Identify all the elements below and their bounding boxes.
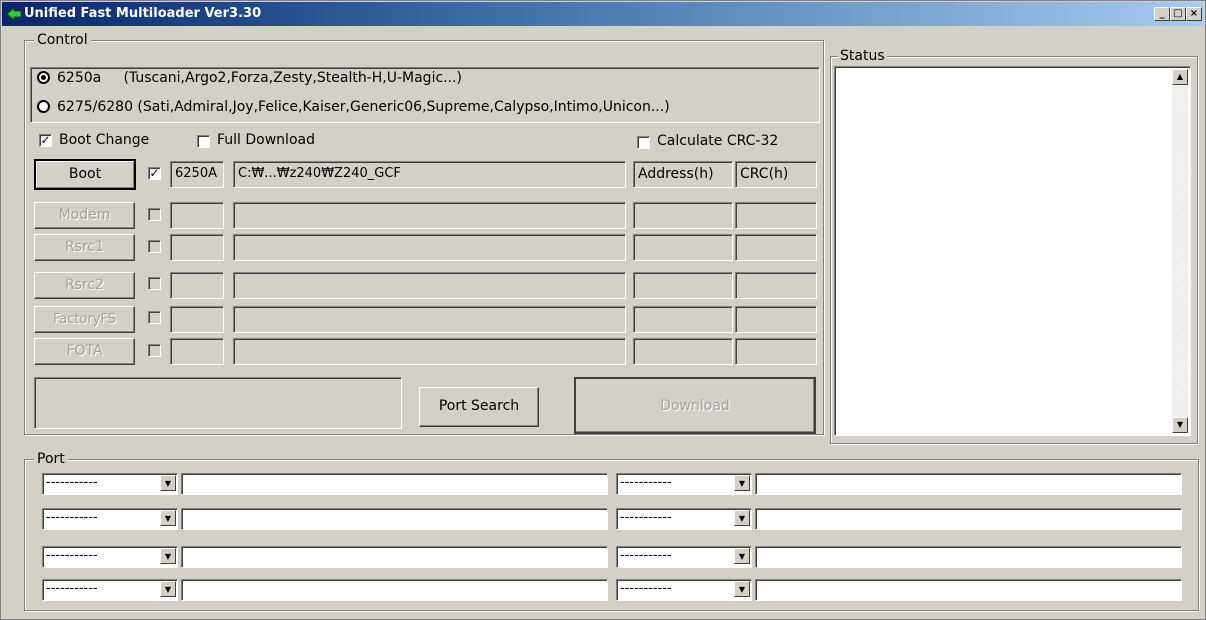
port-search-button[interactable]: Port Search: [419, 387, 539, 427]
modem-button[interactable]: Modem: [34, 202, 135, 229]
chevron-down-icon[interactable]: ▼: [160, 510, 176, 526]
crc-header: CRC(h): [735, 161, 817, 188]
rsrc2-path-field[interactable]: [233, 272, 626, 299]
rsrc2-enable-checkbox[interactable]: [148, 277, 161, 290]
boot-enable-checkbox[interactable]: ✓: [148, 167, 161, 180]
factoryfs-path-field[interactable]: [233, 306, 626, 333]
rsrc1-chip-field: [170, 234, 224, 261]
full-download-label[interactable]: Full Download: [217, 132, 315, 148]
radio-6275-6280-label[interactable]: 6275/6280 (Sati,Admiral,Joy,Felice,Kaise…: [57, 99, 670, 115]
rsrc2-crc-field: [735, 272, 817, 299]
chevron-down-icon[interactable]: ▼: [734, 548, 750, 564]
port-4-field[interactable]: [181, 579, 608, 601]
chevron-down-icon[interactable]: ▼: [160, 581, 176, 597]
calculate-crc-label[interactable]: Calculate CRC-32: [657, 133, 778, 149]
port-legend: Port: [34, 452, 68, 466]
factoryfs-chip-field: [170, 306, 224, 333]
port-8-field[interactable]: [755, 579, 1182, 601]
status-text: [837, 69, 1167, 429]
window-title: Unified Fast Multiloader Ver3.30: [24, 6, 262, 21]
port-7-combo[interactable]: ----------- ▼: [616, 546, 752, 568]
chevron-down-icon[interactable]: ▼: [734, 581, 750, 597]
rsrc1-enable-checkbox[interactable]: [148, 240, 161, 253]
full-download-checkbox[interactable]: [197, 135, 210, 148]
radio-6275-6280[interactable]: [37, 100, 50, 113]
title-bar[interactable]: Unified Fast Multiloader Ver3.30 _ □ ×: [2, 2, 1203, 26]
boot-button[interactable]: Boot: [34, 159, 136, 190]
port-7-field[interactable]: [755, 546, 1182, 568]
factoryfs-enable-checkbox[interactable]: [148, 311, 161, 324]
modem-chip-field: [170, 202, 224, 229]
rsrc1-path-field[interactable]: [233, 234, 626, 261]
rsrc1-address-field: [633, 234, 733, 261]
chevron-down-icon[interactable]: ▼: [160, 548, 176, 564]
chevron-down-icon[interactable]: ▼: [734, 510, 750, 526]
maximize-button[interactable]: □: [1170, 7, 1186, 21]
port-8-combo-value: -----------: [620, 581, 672, 596]
rsrc1-crc-field: [735, 234, 817, 261]
port-2-combo[interactable]: ----------- ▼: [42, 508, 178, 530]
fota-address-field: [633, 338, 733, 365]
factoryfs-address-field: [633, 306, 733, 333]
calculate-crc-checkbox[interactable]: [637, 136, 650, 149]
chevron-down-icon[interactable]: ▼: [160, 475, 176, 491]
port-1-combo-value: -----------: [46, 475, 98, 490]
address-header: Address(h): [633, 161, 733, 188]
scroll-down-icon[interactable]: ▼: [1172, 417, 1188, 433]
factoryfs-button[interactable]: FactoryFS: [34, 306, 135, 333]
status-log[interactable]: ▲ ▼: [834, 66, 1191, 436]
port-3-combo-value: -----------: [46, 548, 98, 563]
port-5-combo-value: -----------: [620, 475, 672, 490]
modem-crc-field: [735, 202, 817, 229]
port-6-field[interactable]: [755, 508, 1182, 530]
rsrc2-button[interactable]: Rsrc2: [34, 272, 135, 299]
boot-change-label[interactable]: Boot Change: [59, 132, 149, 148]
fota-chip-field: [170, 338, 224, 365]
port-2-combo-value: -----------: [46, 510, 98, 525]
fota-button[interactable]: FOTA: [34, 338, 135, 365]
status-legend: Status: [838, 48, 887, 64]
boot-change-checkbox[interactable]: ✓: [39, 134, 52, 147]
app-arrow-icon: [6, 7, 22, 21]
port-5-combo[interactable]: ----------- ▼: [616, 473, 752, 495]
minimize-button[interactable]: _: [1154, 7, 1170, 21]
fota-crc-field: [735, 338, 817, 365]
status-scrollbar[interactable]: [1172, 69, 1188, 433]
port-6-combo[interactable]: ----------- ▼: [616, 508, 752, 530]
close-button[interactable]: ×: [1186, 7, 1202, 21]
factoryfs-crc-field: [735, 306, 817, 333]
fota-enable-checkbox[interactable]: [148, 344, 161, 357]
port-1-combo[interactable]: ----------- ▼: [42, 473, 178, 495]
modem-address-field: [633, 202, 733, 229]
rsrc1-button[interactable]: Rsrc1: [34, 234, 135, 261]
port-3-field[interactable]: [181, 546, 608, 568]
boot-chip-field: 6250A: [170, 161, 224, 188]
port-1-field[interactable]: [181, 473, 608, 495]
download-button[interactable]: Download: [574, 377, 816, 434]
port-4-combo-value: -----------: [46, 581, 98, 596]
port-2-field[interactable]: [181, 508, 608, 530]
port-3-combo[interactable]: ----------- ▼: [42, 546, 178, 568]
scroll-up-icon[interactable]: ▲: [1172, 69, 1188, 85]
radio-6250a[interactable]: [37, 71, 50, 84]
modem-path-field[interactable]: [233, 202, 626, 229]
radio-6250a-label[interactable]: 6250a (Tuscani,Argo2,Forza,Zesty,Stealth…: [57, 70, 462, 86]
rsrc2-address-field: [633, 272, 733, 299]
port-4-combo[interactable]: ----------- ▼: [42, 579, 178, 601]
port-8-combo[interactable]: ----------- ▼: [616, 579, 752, 601]
message-box: [34, 377, 402, 429]
port-7-combo-value: -----------: [620, 548, 672, 563]
boot-path-field[interactable]: C:₩...₩z240₩Z240_GCF: [233, 161, 626, 188]
fota-path-field[interactable]: [233, 338, 626, 365]
port-5-field[interactable]: [755, 473, 1182, 495]
port-6-combo-value: -----------: [620, 510, 672, 525]
modem-enable-checkbox[interactable]: [148, 208, 161, 221]
control-legend: Control: [34, 33, 91, 47]
app-window: Unified Fast Multiloader Ver3.30 _ □ × C…: [0, 0, 1206, 620]
rsrc2-chip-field: [170, 272, 224, 299]
chevron-down-icon[interactable]: ▼: [734, 475, 750, 491]
